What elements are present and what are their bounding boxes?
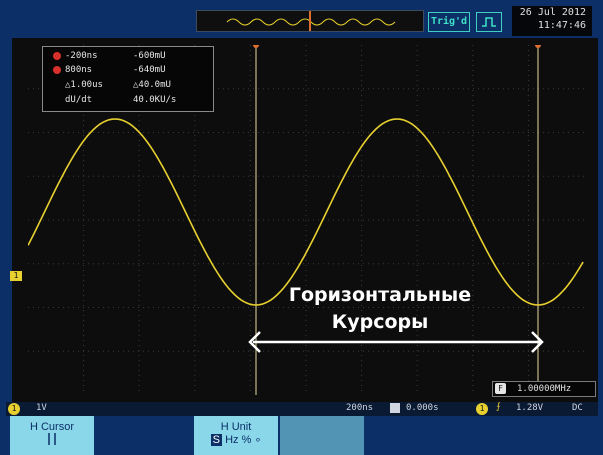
cursor-2-handle bbox=[535, 45, 541, 48]
timebase-value: 200ns bbox=[346, 403, 374, 413]
frequency-value: 1.00000MHz bbox=[517, 384, 572, 394]
unit-percent-option: % bbox=[241, 434, 252, 446]
time-text: 11:47:46 bbox=[537, 20, 586, 31]
readout-row: dU/dt 40.0KU/s bbox=[65, 95, 177, 105]
caption-overlay: Горизонтальные Курсоры bbox=[230, 282, 530, 336]
rising-edge-icon bbox=[476, 12, 502, 32]
caption-line-2: Курсоры bbox=[331, 311, 429, 333]
overview-wave-icon bbox=[226, 11, 396, 31]
trigger-level-value: 1.28V bbox=[516, 403, 544, 413]
ch1-volts-per-div: 1V bbox=[36, 403, 47, 413]
cursor-lines-icon bbox=[48, 433, 56, 445]
h-unit-label: H Unit bbox=[220, 421, 252, 433]
trigger-status-badge: Trig'd bbox=[428, 12, 470, 32]
h-cursor-softkey[interactable]: H Cursor bbox=[10, 416, 94, 455]
trigger-source-badge: 1 bbox=[476, 403, 488, 415]
caption-line-1: Горизонтальные bbox=[288, 284, 472, 306]
date-time-display: 26 Jul 2012 11:47:46 bbox=[512, 6, 592, 36]
date-text: 26 Jul 2012 bbox=[519, 7, 586, 18]
h-cursor-label: H Cursor bbox=[29, 421, 74, 433]
unit-hz-option: Hz bbox=[225, 434, 239, 446]
h-unit-softkey[interactable]: H Unit S Hz % ∘ bbox=[194, 416, 278, 455]
readout-row: -200ns -600mU bbox=[49, 50, 209, 62]
softkey-bar: H Cursor H Unit S Hz % ∘ bbox=[6, 416, 598, 455]
status-bar: 1 1V 200ns 0.000s 1 ⨍ 1.28V DC bbox=[6, 402, 598, 416]
cursor-1-marker-icon bbox=[53, 52, 61, 60]
cursor-readout-panel: -200ns -600mU 800ns -640mU △1.00us △40.0… bbox=[42, 46, 214, 112]
trigger-slope-icon: ⨍ bbox=[496, 402, 501, 412]
cursor-1-handle bbox=[253, 45, 259, 48]
trigger-coupling: DC bbox=[572, 403, 583, 413]
frequency-counter: F 1.00000MHz bbox=[492, 381, 596, 397]
cursor-2-marker-icon bbox=[53, 66, 61, 74]
time-offset-value: 0.000s bbox=[406, 403, 439, 413]
unit-phase-icon: ∘ bbox=[254, 434, 262, 446]
disabled-softkey bbox=[280, 416, 364, 455]
frequency-icon: F bbox=[495, 383, 506, 394]
channel-1-waveform bbox=[28, 118, 584, 306]
readout-row: △1.00us △40.0mU bbox=[65, 80, 171, 90]
unit-seconds-option: S bbox=[210, 434, 223, 446]
channel-1-badge: 1 bbox=[8, 403, 20, 415]
waveform-overview bbox=[196, 10, 424, 32]
readout-row: 800ns -640mU bbox=[49, 64, 209, 76]
channel-1-ground-marker: 1 bbox=[10, 271, 22, 281]
horizontal-position-icon bbox=[390, 403, 400, 413]
